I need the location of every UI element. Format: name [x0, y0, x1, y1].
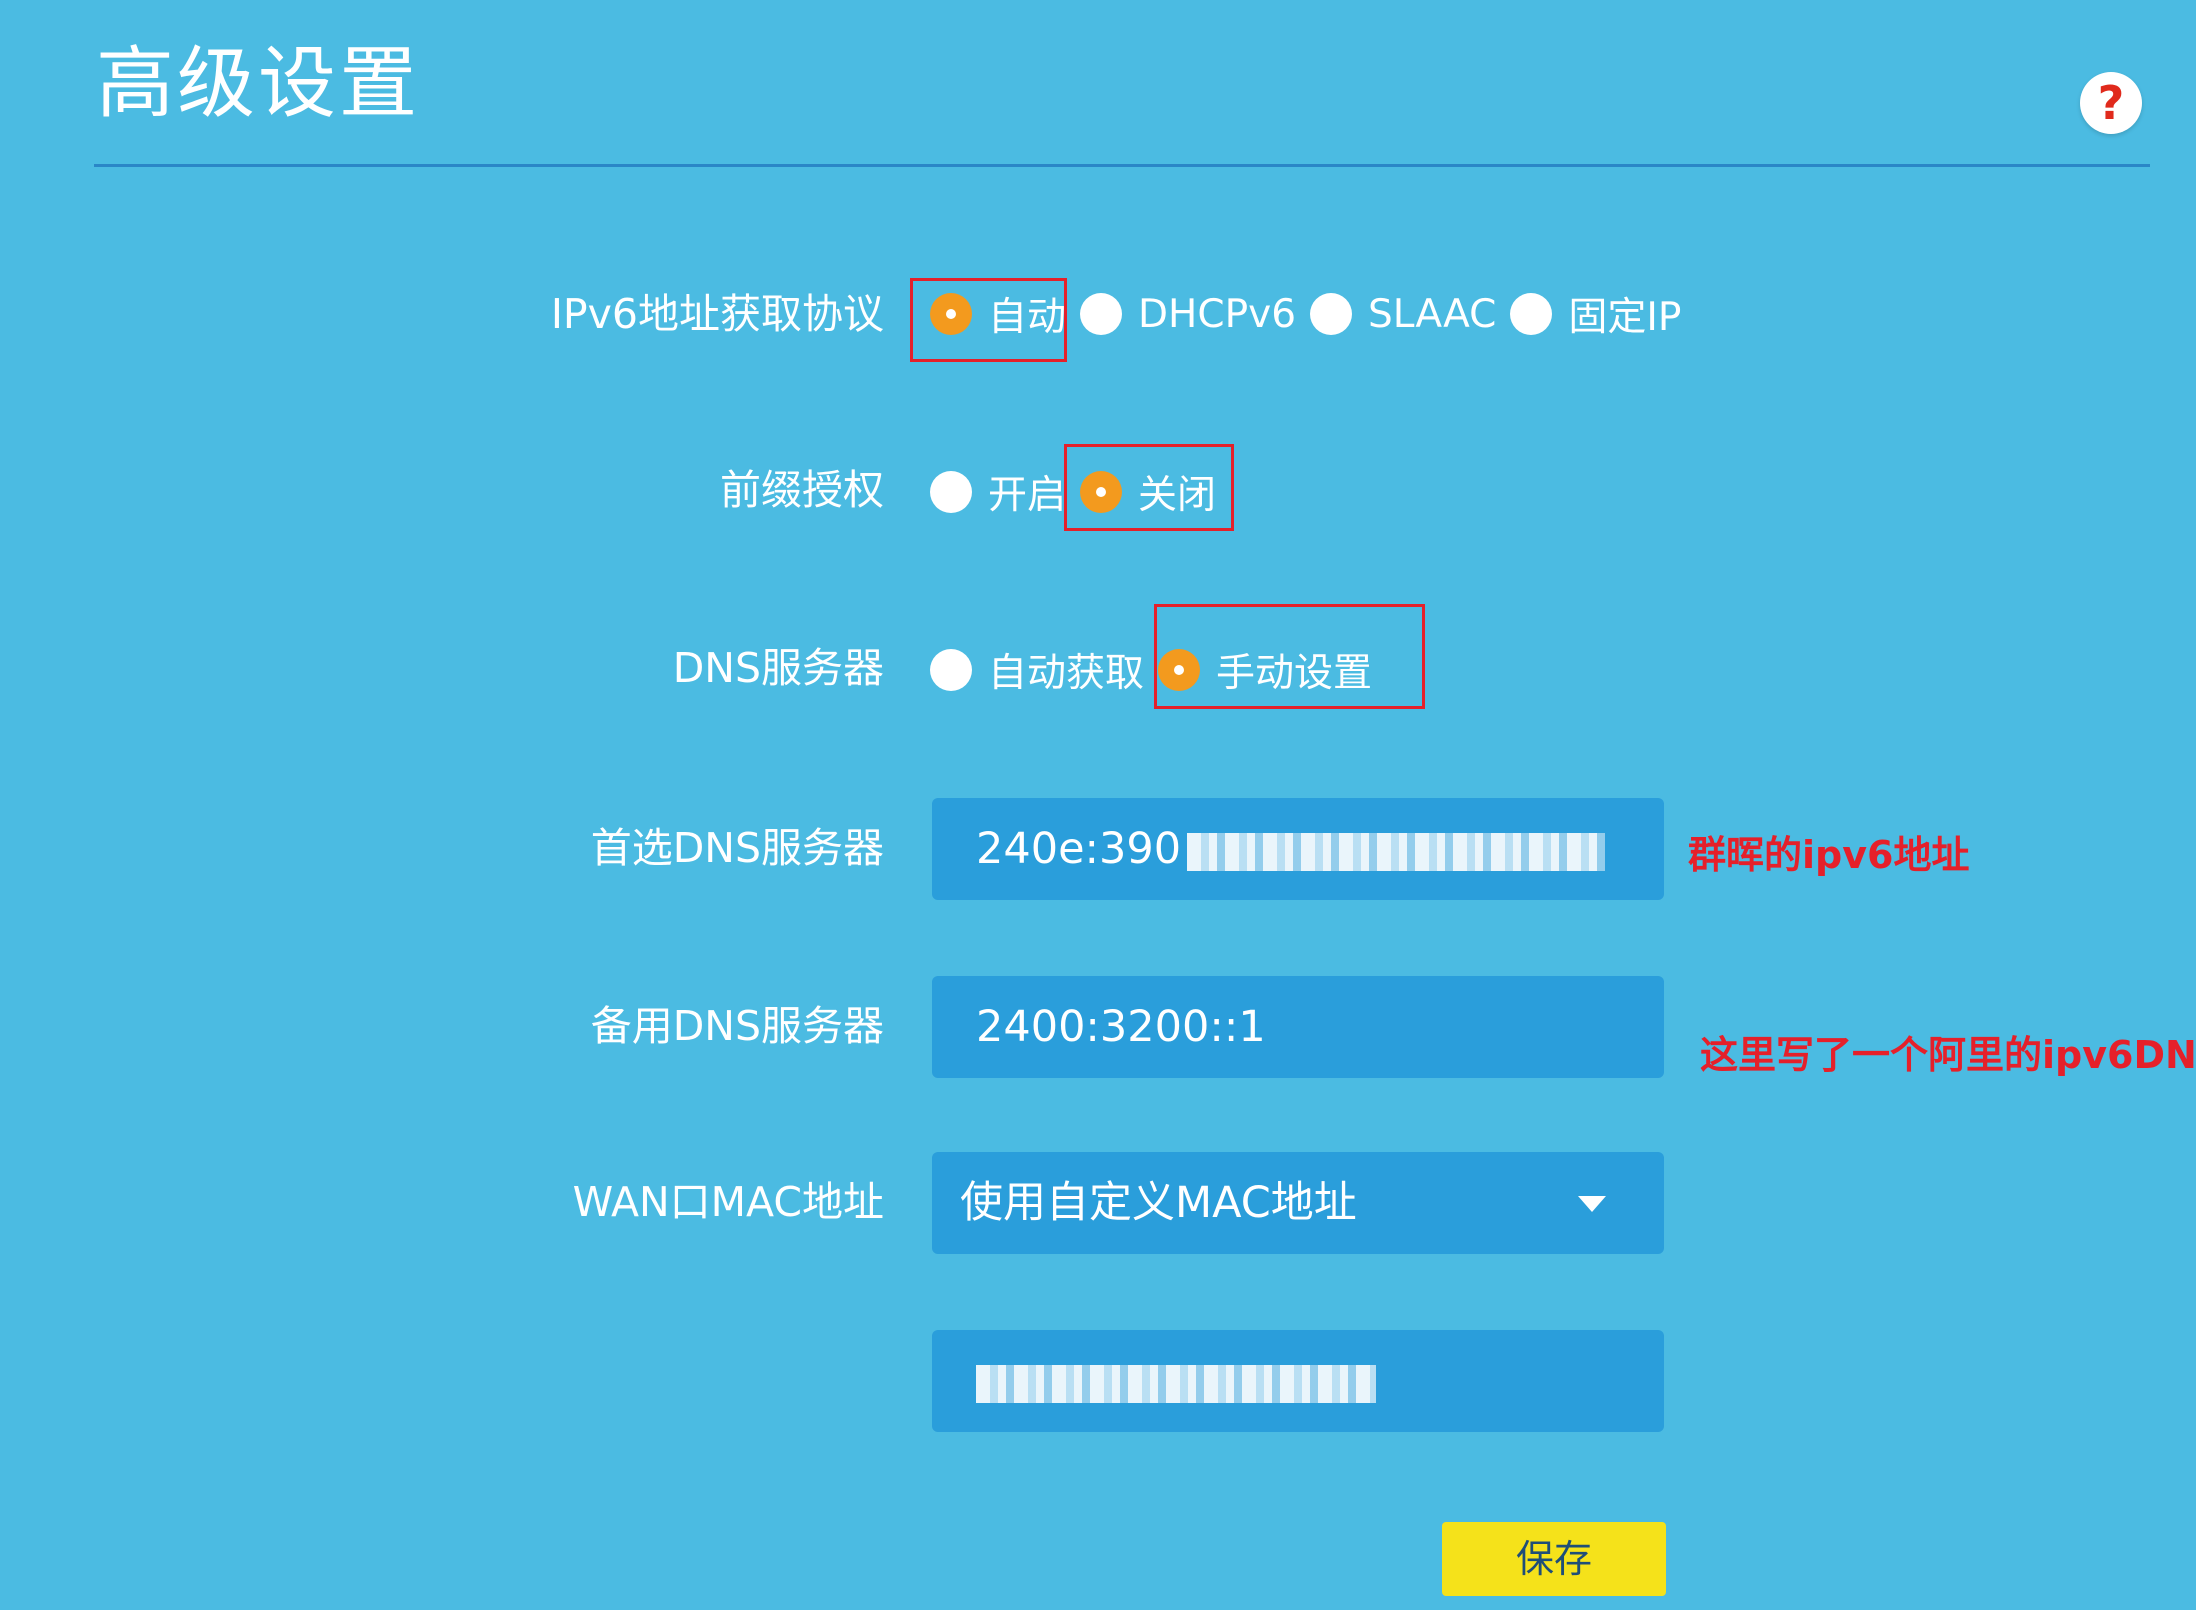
- secondary-dns-field[interactable]: 2400:3200::1: [932, 976, 1664, 1078]
- highlight-box-auto: [910, 278, 1067, 362]
- primary-dns-field[interactable]: 240e:390: [932, 798, 1664, 900]
- redacted-mosaic: [976, 1364, 1376, 1403]
- radio-dhcpv6[interactable]: [1080, 293, 1123, 335]
- dns-mode-label: DNS服务器: [672, 644, 884, 692]
- save-button[interactable]: 保存: [1442, 1522, 1666, 1596]
- annotation-secondary: 这里写了一个阿里的ipv6DNS: [1700, 1033, 2196, 1077]
- mac-address-field[interactable]: [932, 1330, 1664, 1432]
- chevron-down-icon: [1578, 1196, 1606, 1212]
- wan-mac-select[interactable]: 使用自定义MAC地址: [932, 1152, 1664, 1254]
- header-divider: [94, 164, 2150, 167]
- wan-mac-label: WAN口MAC地址: [572, 1178, 884, 1226]
- redacted-mosaic: [1187, 832, 1606, 871]
- radio-dns-auto[interactable]: [930, 649, 972, 691]
- ipv6-protocol-label: IPv6地址获取协议: [550, 290, 884, 338]
- secondary-dns-value: 2400:3200::1: [976, 1002, 1266, 1052]
- primary-dns-label: 首选DNS服务器: [590, 824, 884, 872]
- prefix-delegation-label: 前缀授权: [720, 466, 884, 514]
- radio-slaac[interactable]: [1310, 293, 1353, 335]
- option-slaac-label: SLAAC: [1368, 291, 1497, 337]
- option-dhcpv6-label: DHCPv6: [1138, 291, 1297, 337]
- highlight-box-manual: [1154, 604, 1425, 709]
- help-icon[interactable]: ?: [2080, 72, 2142, 134]
- option-enable-label: 开启: [988, 473, 1067, 518]
- page-title: 高级设置: [96, 39, 421, 129]
- highlight-box-disable: [1064, 444, 1234, 531]
- radio-static-ip[interactable]: [1510, 293, 1553, 335]
- secondary-dns-label: 备用DNS服务器: [590, 1002, 884, 1050]
- annotation-primary: 群晖的ipv6地址: [1688, 833, 1970, 877]
- option-dns-auto-label: 自动获取: [988, 651, 1145, 696]
- radio-enable[interactable]: [930, 471, 972, 513]
- primary-dns-value: 240e:390: [976, 824, 1182, 874]
- option-static-ip-label: 固定IP: [1568, 295, 1682, 340]
- wan-mac-selected-value: 使用自定义MAC地址: [960, 1178, 1357, 1228]
